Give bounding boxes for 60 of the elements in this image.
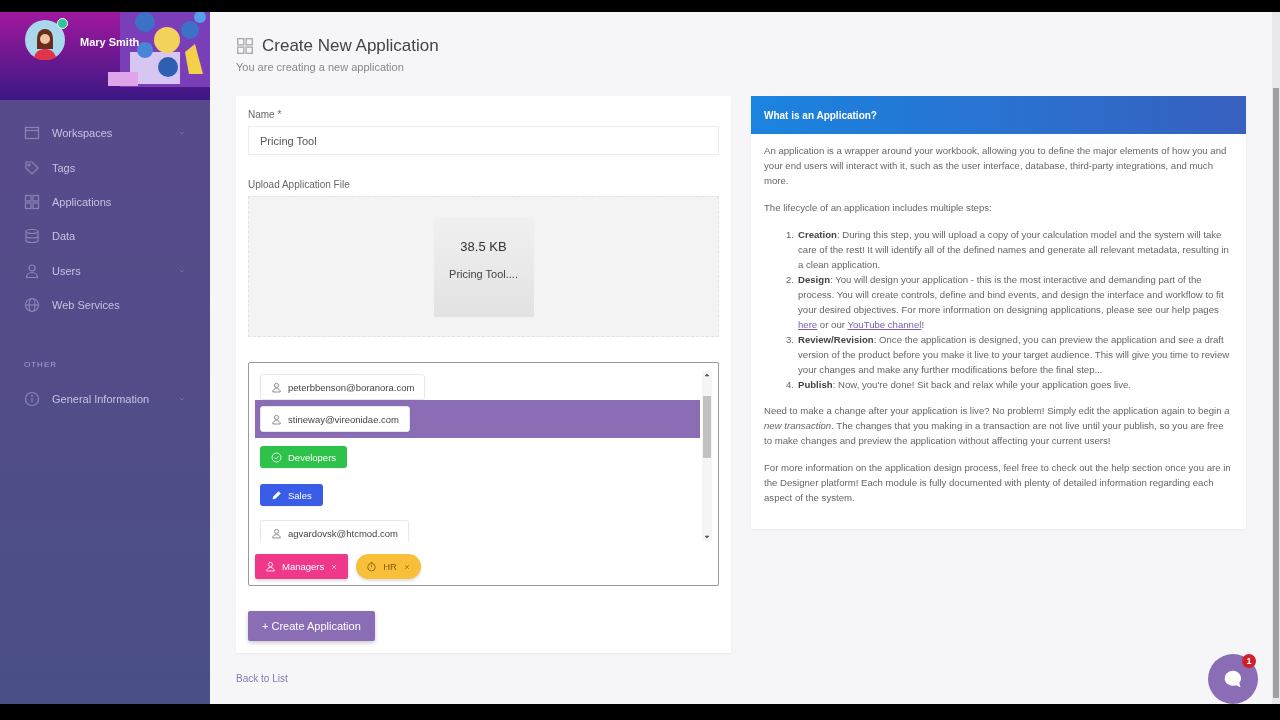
sidebar-item[interactable]: Web Services — [0, 287, 210, 323]
card-title: What is an Application? — [751, 96, 1246, 134]
sidebar-item[interactable]: Tags — [0, 150, 210, 185]
user-icon — [271, 413, 282, 425]
pencil-icon — [271, 489, 282, 501]
upload-dropzone[interactable]: 38.5 KB Pricing Tool.... — [248, 196, 719, 337]
user-icon — [265, 561, 276, 572]
list-item: 1. Creation: During this step, you will upload a copy of your calculation model and the system will take care of the rest! It will identify all of the defined names and generate all relevant metadata, resulting in a clean application. — [786, 228, 1230, 272]
page-subtitle: You are creating a new application — [236, 61, 405, 73]
paragraph: For more information on the application design process, feel free to check out the help section once you are in the Designer platform! Each module is fully documented with plenty of detailed information regarding each aspect of the system. — [764, 461, 1232, 505]
file-name: Pricing Tool.... — [449, 268, 518, 280]
notification-badge: 1 — [1242, 654, 1256, 668]
dropdown-option[interactable]: stineway@vireonidae.com — [255, 400, 700, 438]
globe-icon — [24, 297, 40, 314]
field-label: Upload Application File — [248, 179, 351, 190]
selected-tag[interactable]: Managers — [255, 554, 349, 579]
name-field[interactable]: Pricing Tool — [248, 126, 719, 155]
list-item: 3. Review/Revision: Once the application is designed, you can preview the application and see a draft version of the product before you make it live to your target audience. This will give you time to review your changes and make any further modifications before the final step... — [786, 333, 1231, 377]
grid-icon — [236, 37, 254, 55]
sidebar-item[interactable]: Users — [0, 253, 210, 288]
check-circle-icon — [271, 451, 282, 463]
paragraph: The lifecycle of an application includes multiple steps: — [764, 201, 993, 215]
sidebar-item[interactable]: Applications — [0, 184, 210, 220]
link[interactable]: here — [798, 319, 818, 330]
page-title: Create New Application — [262, 36, 439, 56]
avatar-icon — [25, 20, 65, 60]
user-name: Mary Smith — [80, 36, 140, 48]
file-size: 38.5 KB — [460, 239, 507, 254]
timer-icon — [366, 561, 378, 572]
sidebar-item[interactable]: Workspaces — [0, 116, 210, 151]
close-icon — [330, 562, 339, 571]
create-button[interactable]: + Create Application — [248, 611, 375, 641]
dropdown-option[interactable]: peterbbenson@boranora.com — [255, 374, 700, 400]
selected-tag[interactable]: HR — [356, 554, 421, 579]
scrollbar[interactable] — [1273, 88, 1279, 698]
tag-icon — [24, 159, 40, 176]
sidebar-item[interactable]: General Information — [0, 381, 210, 416]
scroll-down-icon — [703, 533, 711, 541]
list-item: 4. Publish: Now, you're done! Sit back and relax while your application goes live. — [786, 378, 1132, 392]
grid-icon — [24, 193, 40, 210]
section-heading: OTHER — [23, 359, 58, 372]
paragraph: An application is a wrapper around your workbook, allowing you to define the major elements of how you and your end users will interact with it, such as the user interface, database, third-party integrations, and much more. — [764, 144, 1228, 188]
database-icon — [24, 228, 40, 245]
field-label: Name * — [248, 109, 283, 120]
paragraph: Need to make a change after your application is live? No problem! Simply edit the application again to begin a new transaction. The changes that you making in a transaction are not live until your publish, so you are free to make changes and preview the application without affecting your current users! — [764, 404, 1231, 448]
dropdown-option[interactable]: agvardovsk@htcmod.com — [255, 514, 700, 541]
window-icon — [24, 125, 40, 142]
sidebar-item[interactable]: Data — [0, 219, 210, 254]
info-icon — [24, 390, 40, 407]
list-item: 2. Design: You will design your application - this is the most interactive and demanding part of the process. You will create controls, define and bind events, and design the interface and workflow to fit your desired objectives. For more information on designing applications, please see our help pages here or our YouTube channel! — [786, 273, 1225, 332]
dropdown-option[interactable]: Developers — [255, 438, 700, 476]
user-icon — [271, 527, 282, 539]
scrollbar[interactable] — [702, 371, 712, 541]
user-icon — [24, 262, 40, 279]
dropdown-option[interactable]: Sales — [255, 476, 700, 514]
back-link[interactable]: Back to List — [236, 673, 288, 684]
scroll-up-icon — [703, 371, 711, 379]
group-picker[interactable]: peterbbenson@boranora.com stineway@vireonidae.com Developers Sales agvardovsk@htcmod.com Managers HR — [248, 362, 719, 586]
close-icon — [403, 562, 411, 571]
user-icon — [271, 381, 282, 393]
